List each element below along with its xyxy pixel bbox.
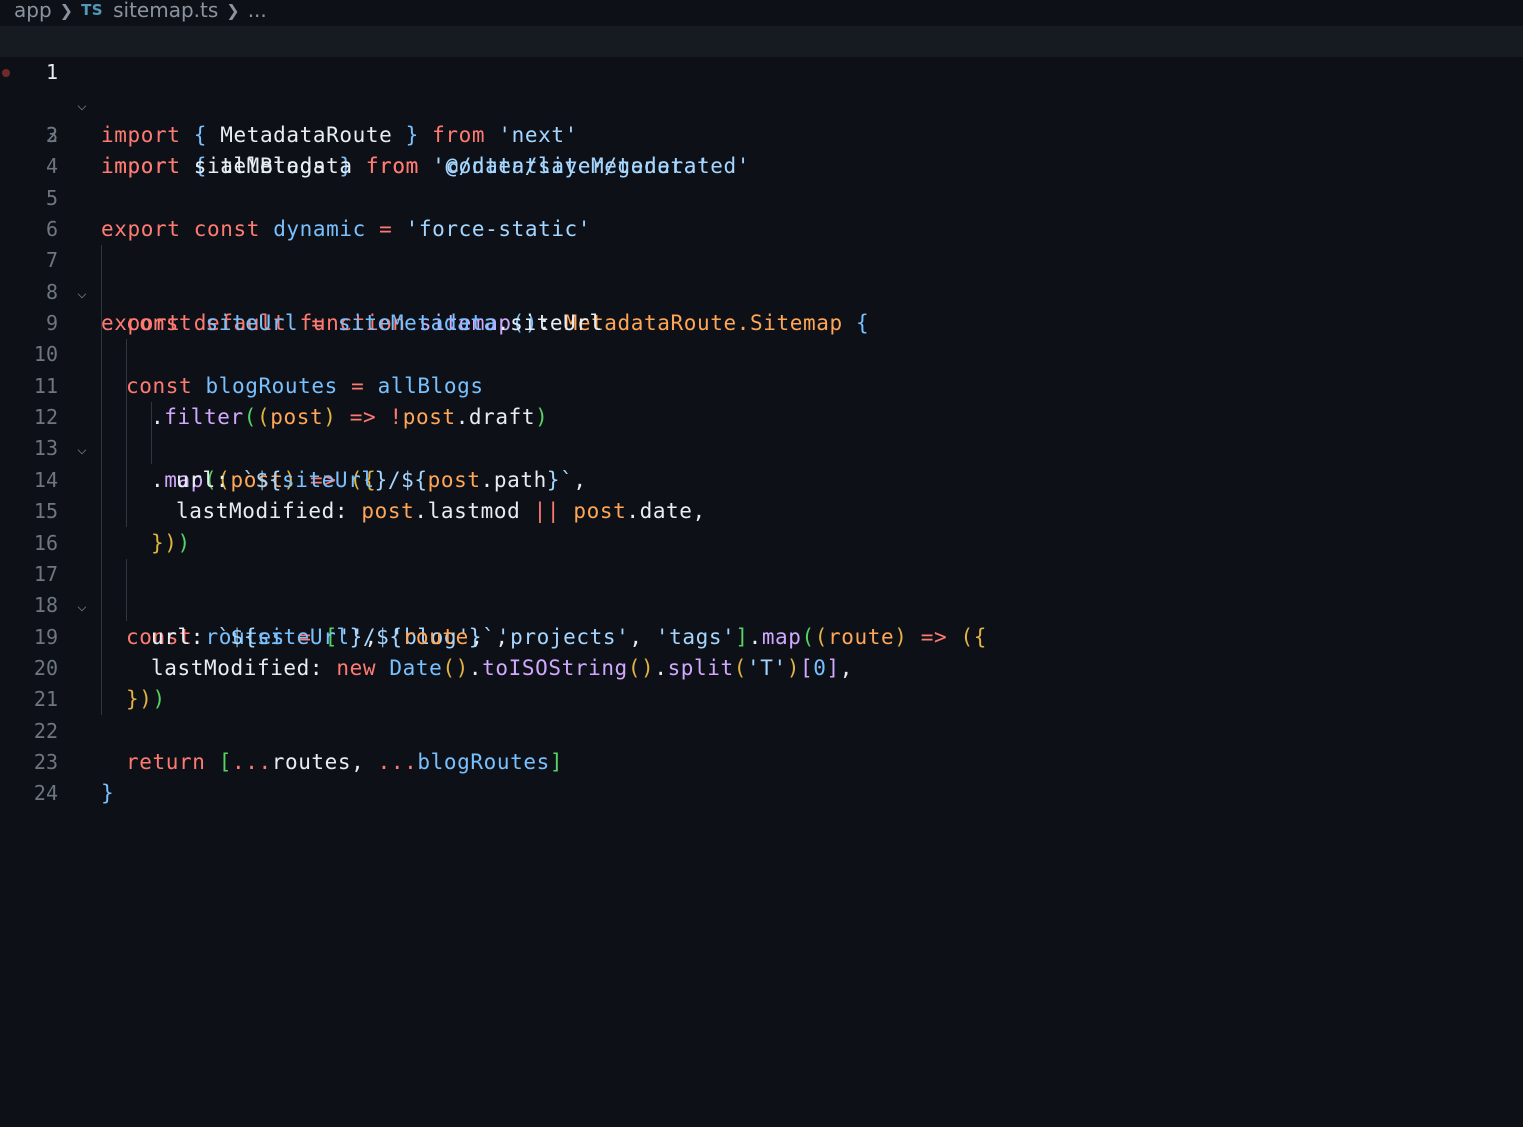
line-number: 24 [33, 781, 58, 806]
typescript-file-icon: TS [81, 1, 104, 19]
code-text: } [101, 778, 114, 809]
code-line[interactable]: 22 return [...routes, ...blogRoutes] [0, 684, 1523, 774]
code-line[interactable]: 17 ⌵ const routes = ['', 'blog', 'projec… [0, 528, 1523, 649]
code-line[interactable]: 2 import { allBlogs } from 'contentlayer… [0, 57, 1523, 178]
indent-guide [151, 402, 152, 464]
code-line[interactable]: 1 ⌵ import { MetadataRoute } from 'next' [0, 26, 1523, 147]
breadcrumb: app ❯ TS sitemap.ts ❯ ... [14, 0, 267, 24]
code-editor[interactable]: app ❯ TS sitemap.ts ❯ ... 1 ⌵ import { M… [0, 0, 1523, 1127]
code-line[interactable]: 6 [0, 183, 1523, 241]
indent-guide [101, 245, 102, 715]
breakpoint-icon[interactable] [2, 69, 10, 78]
indent-guide [126, 559, 127, 621]
code-line[interactable]: 19 lastModified: new Date().toISOString(… [0, 590, 1523, 680]
code-line[interactable]: 3 import siteMetadata from '@/data/siteM… [0, 89, 1523, 178]
code-line[interactable]: 23 } [0, 716, 1523, 805]
code-line[interactable]: 5 export const dynamic = 'force-static' [0, 151, 1523, 241]
code-line[interactable]: 8 const siteUrl = siteMetadata.siteUrl [0, 245, 1523, 335]
code-line[interactable]: 13 url: `${siteUrl}/${post.path}`, [0, 402, 1523, 491]
chevron-right-icon: ❯ [226, 0, 240, 20]
code-area[interactable]: 1 ⌵ import { MetadataRoute } from 'next'… [0, 26, 1523, 805]
code-line[interactable]: 14 lastModified: post.lastmod || post.da… [0, 433, 1523, 523]
code-line[interactable]: 20 })) [0, 622, 1523, 711]
indent-guide [126, 339, 127, 527]
code-line[interactable]: 21 [0, 653, 1523, 711]
code-line[interactable]: 24 [0, 747, 1523, 805]
code-token: } [101, 781, 115, 806]
chevron-right-icon: ❯ [59, 0, 74, 20]
code-line[interactable]: 15 })) [0, 465, 1523, 554]
code-line[interactable]: 18 url: `${siteUrl}/${route}`, [0, 559, 1523, 648]
breadcrumb-file[interactable]: sitemap.ts [113, 0, 218, 22]
breadcrumb-more[interactable]: ... [248, 0, 267, 22]
code-line[interactable]: 11 .filter((post) => !post.draft) [0, 339, 1523, 429]
code-line[interactable]: 4 [0, 120, 1523, 178]
code-line[interactable]: 16 [0, 496, 1523, 555]
code-line[interactable]: 7 ⌵ export default function sitemap(): M… [0, 214, 1523, 335]
code-line[interactable]: 10 const blogRoutes = allBlogs [0, 308, 1523, 397]
code-line[interactable]: 9 [0, 277, 1523, 335]
code-line[interactable]: 12 ⌵ .map((post) => ({ [0, 371, 1523, 492]
breadcrumb-folder[interactable]: app [14, 0, 52, 22]
